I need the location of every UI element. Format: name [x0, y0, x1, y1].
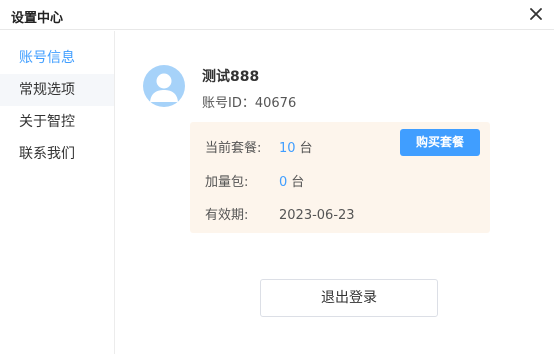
addon-label: 加量包:	[205, 175, 249, 190]
close-button[interactable]	[526, 4, 546, 24]
sidebar-item-about[interactable]: 关于智控	[0, 106, 114, 138]
plan-card: 当前套餐: 10 台 购买套餐 加量包: 0 台 有效期: 2023-06-23	[190, 122, 490, 233]
addon-unit: 台	[291, 175, 305, 190]
window-title: 设置中心	[11, 11, 64, 26]
account-panel: 测试888 账号ID：40676 当前套餐: 10 台 购买套餐 加量包: 0 台 有效…	[116, 31, 554, 354]
account-id-label: 账号ID：	[202, 96, 255, 111]
settings-window: 设置中心 账号信息 常规选项 关于智控 联系我们 测试888 账号ID：4067…	[0, 0, 554, 354]
sidebar-item-general[interactable]: 常规选项	[0, 74, 114, 106]
plan-value: 10	[279, 141, 296, 156]
addon-value: 0	[279, 175, 288, 190]
close-icon	[530, 8, 542, 20]
plan-label: 当前套餐:	[205, 141, 262, 156]
addon-row: 加量包: 0 台	[205, 171, 304, 190]
logout-button[interactable]: 退出登录	[260, 279, 438, 317]
plan-unit: 台	[299, 141, 313, 156]
expiry-value: 2023-06-23	[279, 208, 355, 223]
plan-row: 当前套餐: 10 台	[205, 137, 313, 156]
expiry-label: 有效期:	[205, 208, 249, 223]
buy-plan-button[interactable]: 购买套餐	[400, 129, 480, 156]
title-bar: 设置中心	[0, 0, 554, 30]
user-avatar-icon	[143, 65, 185, 107]
sidebar: 账号信息 常规选项 关于智控 联系我们	[0, 31, 115, 354]
account-id: 账号ID：40676	[202, 92, 296, 111]
sidebar-item-contact[interactable]: 联系我们	[0, 138, 114, 170]
sidebar-item-account[interactable]: 账号信息	[0, 42, 114, 74]
expiry-row: 有效期: 2023-06-23	[205, 204, 355, 223]
account-id-value: 40676	[254, 96, 297, 111]
username: 测试888	[202, 69, 260, 85]
